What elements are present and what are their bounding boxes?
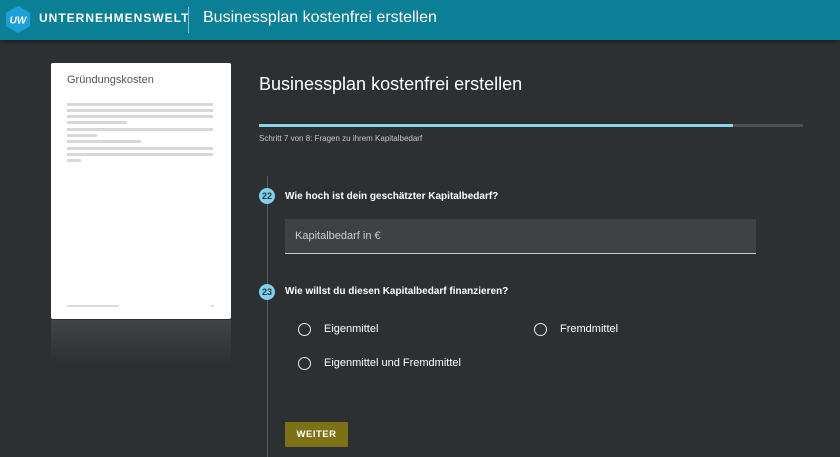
radio-option-eigenmittel[interactable]: Eigenmittel [298,323,408,339]
radio-option-label[interactable]: Eigenmittel und Fremdmittel [324,357,461,369]
radio-option-label[interactable]: Fremdmittel [560,323,618,335]
radio-circle-icon[interactable] [298,357,311,370]
logo-text: UW [10,16,28,27]
preview-page-number [211,305,214,307]
progress-bar [259,124,803,127]
preview-text-line [67,121,127,124]
preview-text-line [67,147,213,150]
question-label: Wie willst du diesen Kapitalbedarf finan… [285,286,509,297]
preview-text-line [67,115,213,118]
question-number-badge: 23 [259,284,275,300]
step-indicator: Schritt 7 von 8: Fragen zu ihrem Kapital… [259,134,423,143]
preview-text-line [67,140,141,143]
radio-circle-icon[interactable] [298,323,311,336]
radio-circle-icon[interactable] [534,323,547,336]
header-divider [188,7,189,33]
preview-text-line [67,128,213,131]
preview-title: Gründungskosten [67,74,154,86]
progress-bar-fill [259,124,734,127]
question-timeline-line [267,176,268,457]
document-preview: Gründungskosten [51,63,231,319]
capital-amount-input[interactable] [285,219,756,254]
form-title: Businessplan kostenfrei erstellen [259,74,523,94]
question-label: Wie hoch ist dein geschätzter Kapitalbed… [285,191,499,202]
next-button[interactable]: WEITER [285,422,348,447]
header-title: Businessplan kostenfrei erstellen [203,9,437,26]
preview-footer-line [67,305,119,307]
brand-name[interactable]: UNTERNEHMENSWELT [39,11,189,25]
preview-text-line [67,109,213,112]
document-reflection [51,320,231,364]
uw-logo-icon[interactable]: UW [6,6,30,33]
preview-text-line [67,103,213,106]
radio-option-fremdmittel[interactable]: Fremdmittel [534,323,644,339]
top-bar: UW UNTERNEHMENSWELT Businessplan kostenf… [0,0,840,40]
preview-text-line [67,134,97,137]
radio-option-label[interactable]: Eigenmittel [324,323,378,335]
preview-text-line [67,153,213,156]
preview-text-line [67,159,81,162]
question-number-badge: 22 [259,188,275,204]
radio-option-eigen-und-fremdmittel[interactable]: Eigenmittel und Fremdmittel [298,357,498,373]
